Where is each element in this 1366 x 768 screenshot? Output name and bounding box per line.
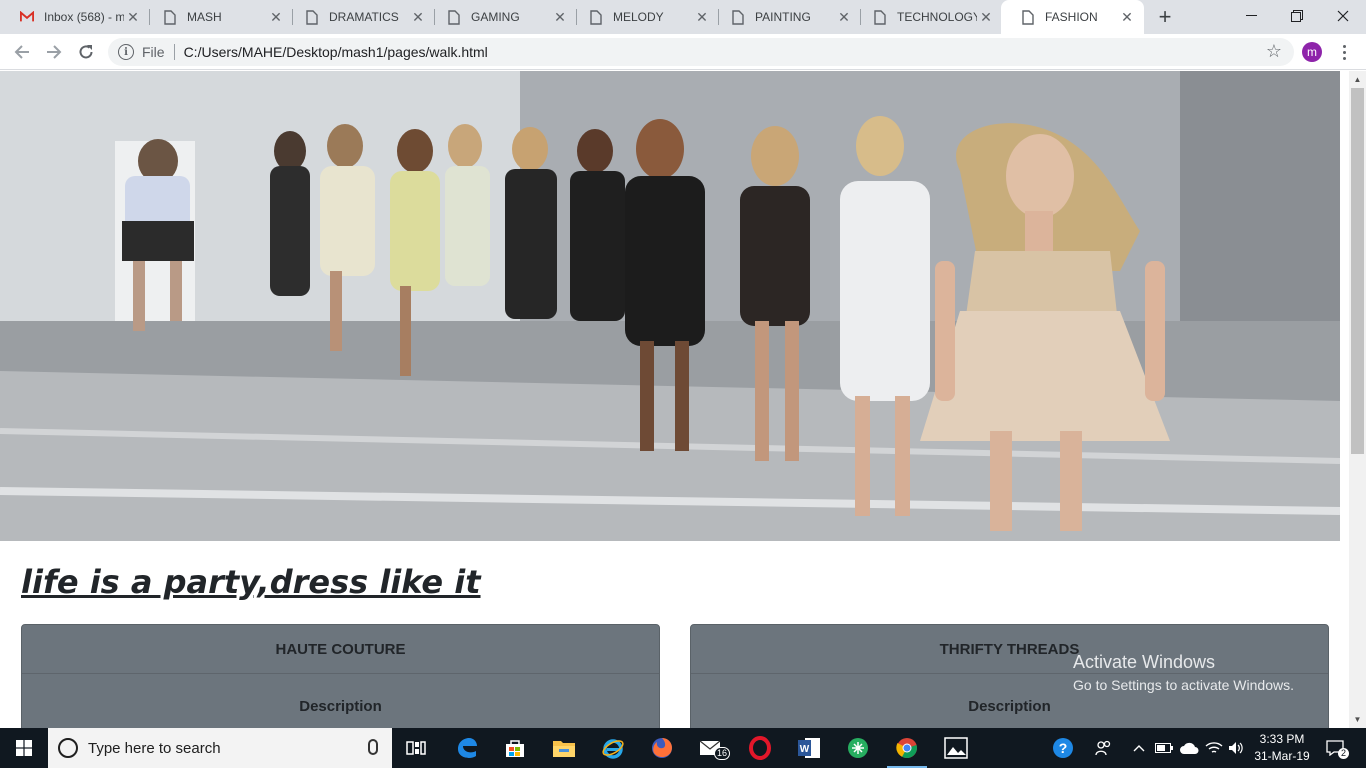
photos-icon[interactable]: [932, 728, 980, 768]
browser-menu-icon[interactable]: [1334, 40, 1354, 64]
runway-illustration: [0, 71, 1340, 541]
page-icon: [731, 9, 745, 25]
close-tab-icon[interactable]: ✕: [409, 8, 427, 26]
browser-toolbar: i File C:/Users/MAHE/Desktop/mash1/pages…: [0, 34, 1366, 70]
word-icon[interactable]: W: [785, 728, 833, 768]
card-description: Description: [299, 697, 382, 715]
card-title: HAUTE COUTURE: [22, 625, 659, 674]
chevron-up-icon[interactable]: [1130, 728, 1148, 768]
tab-label: FASHION: [1045, 10, 1098, 24]
tab-label: Inbox (568) - m: [44, 10, 124, 24]
tab-technology[interactable]: TECHNOLOGY ✕: [853, 0, 1003, 34]
profile-avatar[interactable]: m: [1302, 42, 1322, 62]
clock-date: 31-Mar-19: [1254, 749, 1310, 763]
tab-strip: Inbox (568) - m ✕ MASH ✕ DRAMATICS ✕ GAM…: [0, 0, 1366, 34]
close-tab-icon[interactable]: ✕: [977, 8, 995, 26]
page-icon: [1021, 9, 1035, 25]
scroll-up-icon[interactable]: ▲: [1349, 71, 1366, 88]
close-tab-icon[interactable]: ✕: [267, 8, 285, 26]
new-tab-button[interactable]: +: [1152, 4, 1178, 30]
scheme-label: File: [142, 44, 165, 60]
activation-watermark-text: Go to Settings to activate Windows.: [1073, 677, 1294, 693]
tab-label: MELODY: [613, 10, 664, 24]
tab-label: DRAMATICS: [329, 10, 399, 24]
close-tab-icon[interactable]: ✕: [693, 8, 711, 26]
activation-watermark-title: Activate Windows: [1073, 652, 1216, 672]
green-app-icon[interactable]: [834, 728, 882, 768]
cloud-sync-icon[interactable]: [1178, 728, 1200, 768]
url-text[interactable]: C:/Users/MAHE/Desktop/mash1/pages/walk.h…: [184, 44, 488, 60]
back-button[interactable]: [8, 38, 36, 66]
windows-logo-icon: [16, 740, 32, 756]
close-tab-icon[interactable]: ✕: [835, 8, 853, 26]
page-scrollbar[interactable]: ▲ ▼: [1349, 71, 1366, 728]
taskbar-search[interactable]: Type here to search: [48, 728, 392, 768]
start-button[interactable]: [0, 728, 48, 768]
cortana-icon: [58, 738, 78, 758]
page-icon: [589, 9, 603, 25]
people-icon[interactable]: [1090, 728, 1118, 768]
edge-icon[interactable]: [443, 728, 491, 768]
thrifty-threads-card[interactable]: THRIFTY THREADS Description: [690, 624, 1329, 728]
runway-models-photo: [0, 71, 1340, 541]
page-icon: [163, 9, 177, 25]
microphone-icon[interactable]: [368, 739, 378, 755]
scroll-down-icon[interactable]: ▼: [1349, 711, 1366, 728]
opera-icon[interactable]: [736, 728, 784, 768]
page-viewport: life is a party,dress like it HAUTE COUT…: [0, 71, 1349, 728]
haute-couture-card[interactable]: HAUTE COUTURE Description: [21, 624, 660, 728]
info-icon[interactable]: i: [118, 44, 134, 60]
volume-icon[interactable]: [1226, 728, 1246, 768]
help-icon[interactable]: ?: [1048, 728, 1078, 768]
store-icon[interactable]: [491, 728, 539, 768]
tab-fashion[interactable]: FASHION ✕: [1001, 0, 1144, 34]
wifi-icon[interactable]: [1204, 728, 1224, 768]
tab-mash[interactable]: MASH ✕: [143, 0, 293, 34]
reload-button[interactable]: [72, 38, 100, 66]
svg-text:?: ?: [1059, 740, 1068, 756]
minimize-button[interactable]: [1228, 0, 1274, 32]
close-window-button[interactable]: [1320, 0, 1366, 32]
page-icon: [305, 9, 319, 25]
bookmark-star-icon[interactable]: ☆: [1266, 41, 1282, 62]
page-icon: [873, 9, 887, 25]
file-explorer-icon[interactable]: [540, 728, 588, 768]
system-clock[interactable]: 3:33 PM 31-Mar-19: [1246, 731, 1318, 765]
tab-label: GAMING: [471, 10, 520, 24]
scrollbar-thumb[interactable]: [1351, 88, 1364, 454]
page-tagline: life is a party,dress like it: [21, 563, 481, 601]
notification-count: 2: [1338, 748, 1350, 759]
close-tab-icon[interactable]: ✕: [1118, 8, 1136, 26]
svg-text:W: W: [800, 744, 810, 755]
mail-icon[interactable]: 16: [688, 728, 736, 768]
firefox-icon[interactable]: [638, 728, 686, 768]
mail-badge: 16: [714, 747, 731, 760]
battery-icon[interactable]: [1154, 728, 1174, 768]
windows-taskbar: Type here to search 16 W ? 3:33 PM 31-Ma…: [0, 728, 1366, 768]
chrome-icon[interactable]: [883, 728, 931, 768]
tab-painting[interactable]: PAINTING ✕: [711, 0, 861, 34]
close-tab-icon[interactable]: ✕: [551, 8, 569, 26]
notifications-icon[interactable]: 2: [1320, 728, 1350, 768]
page-icon: [447, 9, 461, 25]
search-placeholder: Type here to search: [88, 739, 221, 757]
tab-label: PAINTING: [755, 10, 811, 24]
internet-explorer-icon[interactable]: [589, 728, 637, 768]
address-bar[interactable]: i File C:/Users/MAHE/Desktop/mash1/pages…: [108, 38, 1294, 66]
forward-button[interactable]: [40, 38, 68, 66]
tab-melody[interactable]: MELODY ✕: [569, 0, 719, 34]
restore-button[interactable]: [1274, 0, 1320, 32]
gmail-icon: [20, 9, 34, 25]
clock-time: 3:33 PM: [1259, 732, 1305, 746]
card-title: THRIFTY THREADS: [691, 625, 1328, 674]
tab-inbox[interactable]: Inbox (568) - m ✕: [0, 0, 150, 34]
close-tab-icon[interactable]: ✕: [124, 8, 142, 26]
tab-gaming[interactable]: GAMING ✕: [427, 0, 577, 34]
tab-dramatics[interactable]: DRAMATICS ✕: [285, 0, 435, 34]
task-view-icon[interactable]: [392, 728, 440, 768]
tab-label: TECHNOLOGY: [897, 10, 977, 24]
tab-label: MASH: [187, 10, 222, 24]
